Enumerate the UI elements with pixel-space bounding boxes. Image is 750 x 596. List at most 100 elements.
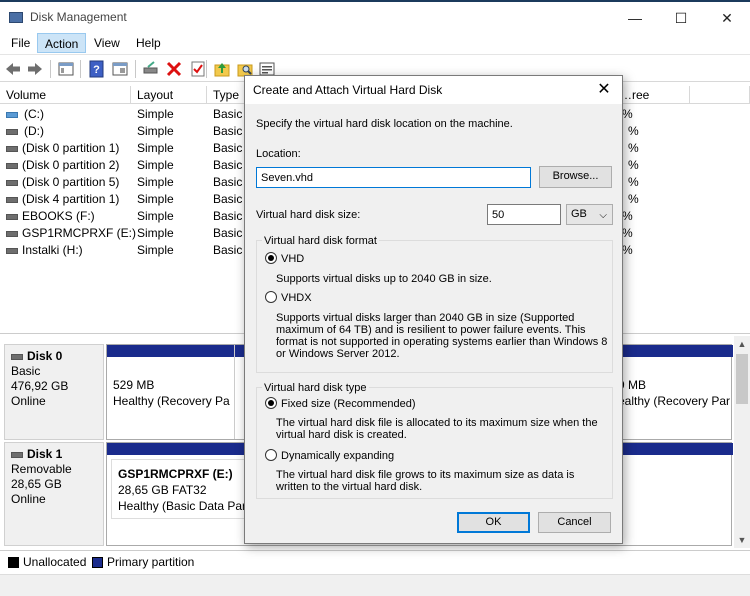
disk-type: Removable	[11, 462, 72, 476]
column-type[interactable]: Type	[207, 86, 247, 104]
status-bar	[0, 574, 750, 596]
column-layout[interactable]: Layout	[131, 86, 207, 104]
disk-status: Online	[11, 492, 46, 506]
volume-layout: Simple	[137, 192, 174, 206]
drive-icon	[6, 163, 18, 169]
console-tree-icon[interactable]	[57, 60, 75, 78]
vhdx-label[interactable]: VHDX	[281, 292, 312, 304]
dynamic-label[interactable]: Dynamically expanding	[281, 450, 394, 462]
scroll-up-icon[interactable]: ▲	[734, 336, 750, 352]
title-bar: Disk Management — ☐ ✕	[0, 0, 750, 32]
menu-file[interactable]: File	[4, 33, 37, 53]
size-unit-select[interactable]: GB ⌵	[566, 204, 613, 225]
volume-free: %	[628, 175, 639, 189]
legend-primary: Primary partition	[107, 555, 195, 569]
drive-icon	[11, 353, 23, 360]
dialog-close-button[interactable]: ✕	[592, 79, 616, 101]
close-button[interactable]: ✕	[704, 6, 750, 30]
unallocated-swatch	[8, 557, 19, 568]
legend: Unallocated Primary partition	[0, 550, 750, 572]
volume-name: EBOOKS (F:)	[22, 209, 95, 223]
vhd-radio[interactable]	[265, 252, 277, 264]
partition[interactable]: 529 MB Healthy (Recovery Pa	[107, 345, 235, 439]
volume-type: Basic	[213, 175, 243, 189]
connect-disk-icon[interactable]	[142, 60, 160, 78]
window-title: Disk Management	[30, 10, 127, 24]
disk-1-label[interactable]: Disk 1 Removable 28,65 GB Online	[4, 442, 104, 546]
partition-size: 28,65 GB FAT32	[118, 483, 207, 497]
column-free[interactable]: …ree	[614, 86, 690, 104]
fixed-size-description: The virtual hard disk file is allocated …	[276, 417, 598, 441]
volume-free: %	[622, 107, 633, 121]
menu-view[interactable]: View	[87, 33, 127, 53]
legend-unallocated: Unallocated	[23, 555, 87, 569]
disk-management-icon	[9, 12, 23, 23]
drive-icon	[6, 180, 18, 186]
primary-swatch	[92, 557, 103, 568]
disk-0-label[interactable]: Disk 0 Basic 476,92 GB Online	[4, 344, 104, 440]
partition[interactable]: 9 MB ealthy (Recovery Par	[615, 345, 733, 439]
fixed-size-radio[interactable]	[265, 397, 277, 409]
vhd-label[interactable]: VHD	[281, 253, 304, 265]
cancel-button[interactable]: Cancel	[538, 512, 611, 533]
drive-icon	[6, 214, 18, 220]
disk-size: 28,65 GB	[11, 477, 62, 491]
column-extra[interactable]	[690, 86, 750, 104]
partition-status: Healthy (Basic Data Parti	[118, 499, 246, 513]
checklist-icon[interactable]	[189, 60, 207, 78]
volume-type: Basic	[213, 124, 243, 138]
maximize-button[interactable]: ☐	[658, 6, 704, 30]
volume-layout: Simple	[137, 209, 174, 223]
partition-status: ealthy (Recovery Par	[618, 394, 731, 408]
volume-layout: Simple	[137, 158, 174, 172]
vhdx-radio[interactable]	[265, 291, 277, 303]
size-input[interactable]	[487, 204, 561, 225]
fixed-size-label[interactable]: Fixed size (Recommended)	[281, 398, 416, 410]
volume-free: %	[622, 243, 633, 257]
scroll-thumb[interactable]	[736, 354, 748, 404]
volume-layout: Simple	[137, 226, 174, 240]
volume-free: %	[622, 209, 633, 223]
toolbar-separator	[135, 60, 136, 78]
location-input[interactable]	[256, 167, 531, 188]
forward-arrow-icon[interactable]	[26, 60, 44, 78]
disk-status: Online	[11, 394, 46, 408]
disk-type: Basic	[11, 364, 41, 378]
volume-name: (Disk 4 partition 1)	[22, 192, 120, 206]
dialog-title: Create and Attach Virtual Hard Disk	[253, 83, 443, 97]
scroll-down-icon[interactable]: ▼	[734, 532, 750, 548]
column-volume[interactable]: Volume	[0, 86, 131, 104]
size-label: Virtual hard disk size:	[256, 209, 361, 221]
partition-size: 529 MB	[113, 378, 155, 392]
volume-type: Basic	[213, 141, 243, 155]
help-icon[interactable]: ?	[88, 60, 106, 78]
minimize-button[interactable]: —	[612, 6, 658, 30]
menu-help[interactable]: Help	[129, 33, 168, 53]
volume-free: %	[628, 192, 639, 206]
menu-bar: File Action View Help	[0, 32, 750, 54]
disk-size: 476,92 GB	[11, 379, 69, 393]
volume-name: GSP1RMCPRXF (E:)	[22, 226, 137, 240]
properties-view-icon[interactable]	[111, 60, 129, 78]
menu-action[interactable]: Action	[37, 33, 87, 53]
browse-button[interactable]: Browse...	[539, 166, 612, 188]
vhd-description: Supports virtual disks up to 2040 GB in …	[276, 273, 492, 285]
drive-icon	[11, 451, 23, 458]
folder-up-icon[interactable]	[213, 60, 231, 78]
system-drive-icon	[6, 112, 18, 118]
volume-free: %	[628, 124, 639, 138]
volume-layout: Simple	[137, 243, 174, 257]
volume-type: Basic	[213, 243, 243, 257]
dynamic-radio[interactable]	[265, 449, 277, 461]
vertical-scrollbar[interactable]: ▲ ▼	[734, 336, 750, 548]
back-arrow-icon[interactable]	[4, 60, 22, 78]
drive-icon	[6, 248, 18, 254]
disk-name: Disk 0	[27, 349, 63, 363]
volume-free: %	[628, 158, 639, 172]
volume-type: Basic	[213, 107, 243, 121]
ok-button[interactable]: OK	[457, 512, 530, 533]
delete-icon[interactable]	[165, 60, 183, 78]
volume-free: %	[622, 226, 633, 240]
volume-layout: Simple	[137, 107, 174, 121]
partition-label: GSP1RMCPRXF (E:)	[118, 467, 233, 481]
